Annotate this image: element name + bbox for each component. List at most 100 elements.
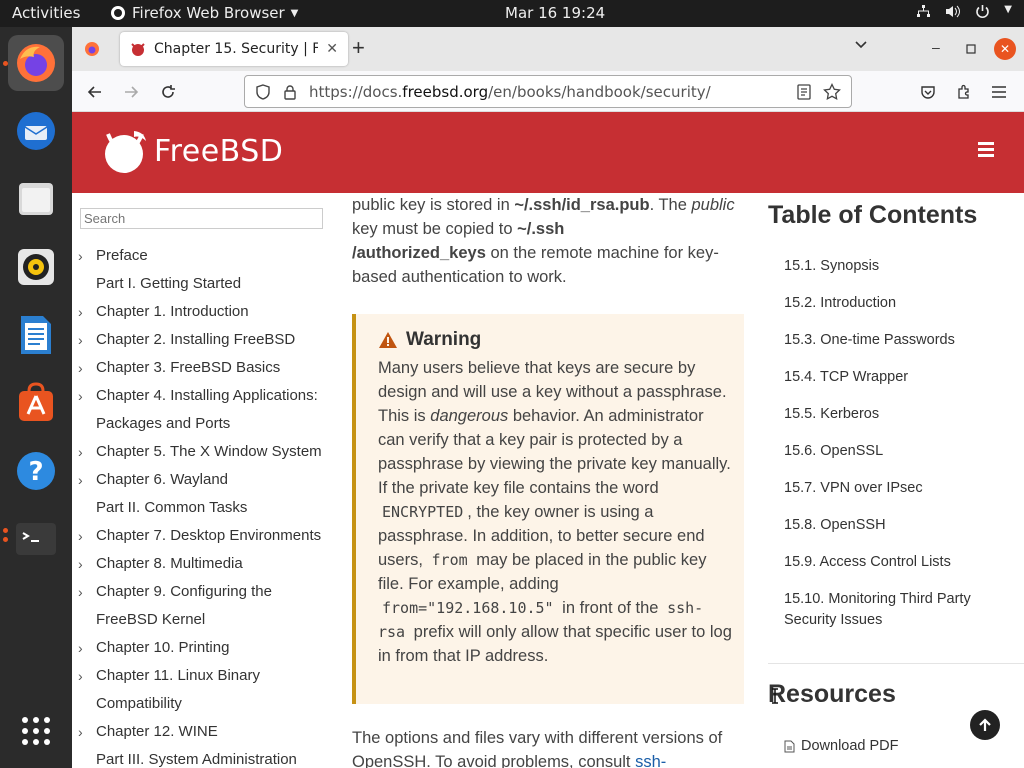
sidebar-nav-item[interactable]: › Chapter 8. Multimedia xyxy=(72,550,334,578)
chevron-down-icon: ▼ xyxy=(290,7,299,19)
chevron-right-icon[interactable]: › xyxy=(78,578,83,606)
list-all-tabs-button[interactable] xyxy=(854,37,868,56)
ssh-link[interactable]: ssh- xyxy=(635,753,666,768)
reload-icon xyxy=(162,85,175,98)
text-cursor-icon xyxy=(772,688,778,704)
chevron-down-icon: ▼ xyxy=(1004,4,1012,15)
close-tab-icon[interactable]: ✕ xyxy=(326,41,338,57)
dock-thunderbird[interactable] xyxy=(8,103,64,159)
sidebar-nav-item[interactable]: › Preface xyxy=(72,242,334,270)
minimize-button[interactable]: – xyxy=(932,39,940,55)
reload-button[interactable] xyxy=(155,79,181,105)
power-icon xyxy=(976,5,990,19)
toc-item[interactable]: 15.5. Kerberos xyxy=(784,404,1014,425)
back-button[interactable] xyxy=(82,79,108,105)
chevron-right-icon[interactable]: › xyxy=(78,718,83,746)
dock-terminal[interactable] xyxy=(8,511,64,567)
download-pdf-link[interactable]: Download PDF xyxy=(784,738,899,754)
toc-item[interactable]: 15.6. OpenSSL xyxy=(784,441,1014,462)
dock-software[interactable] xyxy=(8,375,64,431)
chevron-right-icon[interactable]: › xyxy=(78,298,83,326)
chevron-right-icon[interactable]: › xyxy=(78,354,83,382)
sidebar-nav-item[interactable]: › Chapter 2. Installing FreeBSD xyxy=(72,326,334,354)
new-tab-button[interactable]: + xyxy=(352,35,365,61)
sidebar-nav-item[interactable]: Part II. Common Tasks xyxy=(72,494,334,522)
toc-item[interactable]: 15.2. Introduction xyxy=(784,293,1014,314)
toc-item[interactable]: 15.10. Monitoring Third Party Security I… xyxy=(784,589,1014,631)
chevron-right-icon[interactable]: › xyxy=(78,466,83,494)
chapter-nav: › Preface Part I. Getting Started › Chapter … xyxy=(72,242,334,768)
toc-item[interactable]: 15.1. Synopsis xyxy=(784,256,1014,277)
sidebar-nav-item[interactable]: › Chapter 11. Linux Binary Compatibility xyxy=(72,662,334,718)
sidebar-nav-item[interactable]: › Chapter 9. Configuring the FreeBSD Kern… xyxy=(72,578,334,634)
site-header: FreeBSD xyxy=(72,112,1024,193)
chevron-right-icon[interactable]: › xyxy=(78,242,83,270)
sidebar-nav-item[interactable]: › Chapter 1. Introduction xyxy=(72,298,334,326)
tab-strip: Chapter 15. Security | FreeBSD ✕ + – ✕ xyxy=(72,27,1024,71)
help-icon: ? xyxy=(17,452,55,490)
restore-icon xyxy=(966,44,976,54)
sidebar-nav-item[interactable]: › Chapter 12. WINE xyxy=(72,718,334,746)
divider xyxy=(768,663,1024,664)
freebsd-logo[interactable]: FreeBSD xyxy=(102,128,283,174)
sidebar-nav-item[interactable]: › Chapter 10. Printing xyxy=(72,634,334,662)
dock-files[interactable] xyxy=(8,171,64,227)
chevron-right-icon[interactable]: › xyxy=(78,522,83,550)
url-bar[interactable]: https://docs.freebsd.org/en/books/handbo… xyxy=(244,75,852,108)
tab-active[interactable]: Chapter 15. Security | FreeBSD ✕ xyxy=(120,32,348,66)
dock-help[interactable]: ? xyxy=(8,443,64,499)
software-icon xyxy=(19,382,53,421)
sidebar-nav-item[interactable]: › Chapter 6. Wayland xyxy=(72,466,334,494)
sidebar-nav-item[interactable]: › Chapter 3. FreeBSD Basics xyxy=(72,354,334,382)
search-input[interactable] xyxy=(80,208,323,229)
dock-firefox[interactable] xyxy=(8,35,64,91)
sidebar-nav-label: Chapter 10. Printing xyxy=(96,639,230,656)
dock-show-apps[interactable] xyxy=(8,703,64,759)
inline-code: from xyxy=(427,551,472,569)
system-tray[interactable]: ▼ xyxy=(916,4,1012,19)
maximize-button[interactable] xyxy=(966,41,976,59)
sidebar-nav-label: Part III. System Administration xyxy=(96,751,297,768)
chevron-right-icon[interactable]: › xyxy=(78,634,83,662)
chevron-right-icon[interactable]: › xyxy=(78,550,83,578)
firefox-view-button[interactable] xyxy=(82,39,102,59)
file-icon xyxy=(784,740,795,752)
chevron-right-icon[interactable]: › xyxy=(78,438,83,466)
reader-view-icon[interactable] xyxy=(797,83,811,100)
toc-item[interactable]: 15.8. OpenSSH xyxy=(784,515,1014,536)
app-menu[interactable]: Firefox Web Browser ▼ xyxy=(110,4,298,22)
site-menu-button[interactable] xyxy=(978,142,994,160)
download-pdf-label: Download PDF xyxy=(801,738,899,754)
sidebar-nav-label: Preface xyxy=(96,247,148,264)
toc-item[interactable]: 15.9. Access Control Lists xyxy=(784,552,1014,573)
toc-item[interactable]: 15.3. One-time Passwords xyxy=(784,330,1014,351)
extensions-button[interactable] xyxy=(951,79,977,105)
toc-item[interactable]: 15.4. TCP Wrapper xyxy=(784,367,1014,388)
text: in front of the xyxy=(557,599,664,617)
sidebar-nav-item[interactable]: › Chapter 4. Installing Applications: Pac… xyxy=(72,382,334,438)
bookmark-star-icon[interactable] xyxy=(823,82,841,101)
toc-item[interactable]: 15.7. VPN over IPsec xyxy=(784,478,1014,499)
activities-button[interactable]: Activities xyxy=(12,4,80,22)
clock[interactable]: Mar 16 19:24 xyxy=(505,4,605,22)
terminal-icon xyxy=(16,523,56,555)
chevron-right-icon[interactable]: › xyxy=(78,326,83,354)
options-paragraph: The options and files vary with differen… xyxy=(352,726,748,768)
dock-rhythmbox[interactable] xyxy=(8,239,64,295)
close-window-button[interactable]: ✕ xyxy=(994,38,1016,60)
sidebar-nav-item[interactable]: › Chapter 7. Desktop Environments xyxy=(72,522,334,550)
chevron-right-icon[interactable]: › xyxy=(78,662,83,690)
chevron-right-icon[interactable]: › xyxy=(78,382,83,410)
warning-icon xyxy=(379,332,397,348)
dock-writer[interactable] xyxy=(8,307,64,363)
pocket-button[interactable] xyxy=(915,79,941,105)
firefox-icon xyxy=(17,44,55,82)
sidebar-nav-item[interactable]: Part III. System Administration xyxy=(72,746,334,768)
sidebar-nav-label: Part I. Getting Started xyxy=(96,275,242,292)
app-menu-button[interactable] xyxy=(986,79,1012,105)
forward-button[interactable] xyxy=(118,79,144,105)
sidebar-nav-item[interactable]: › Chapter 5. The X Window System xyxy=(72,438,334,466)
sidebar-nav-item[interactable]: Part I. Getting Started xyxy=(72,270,334,298)
scroll-to-top-button[interactable] xyxy=(970,710,1000,740)
network-icon xyxy=(917,5,931,17)
